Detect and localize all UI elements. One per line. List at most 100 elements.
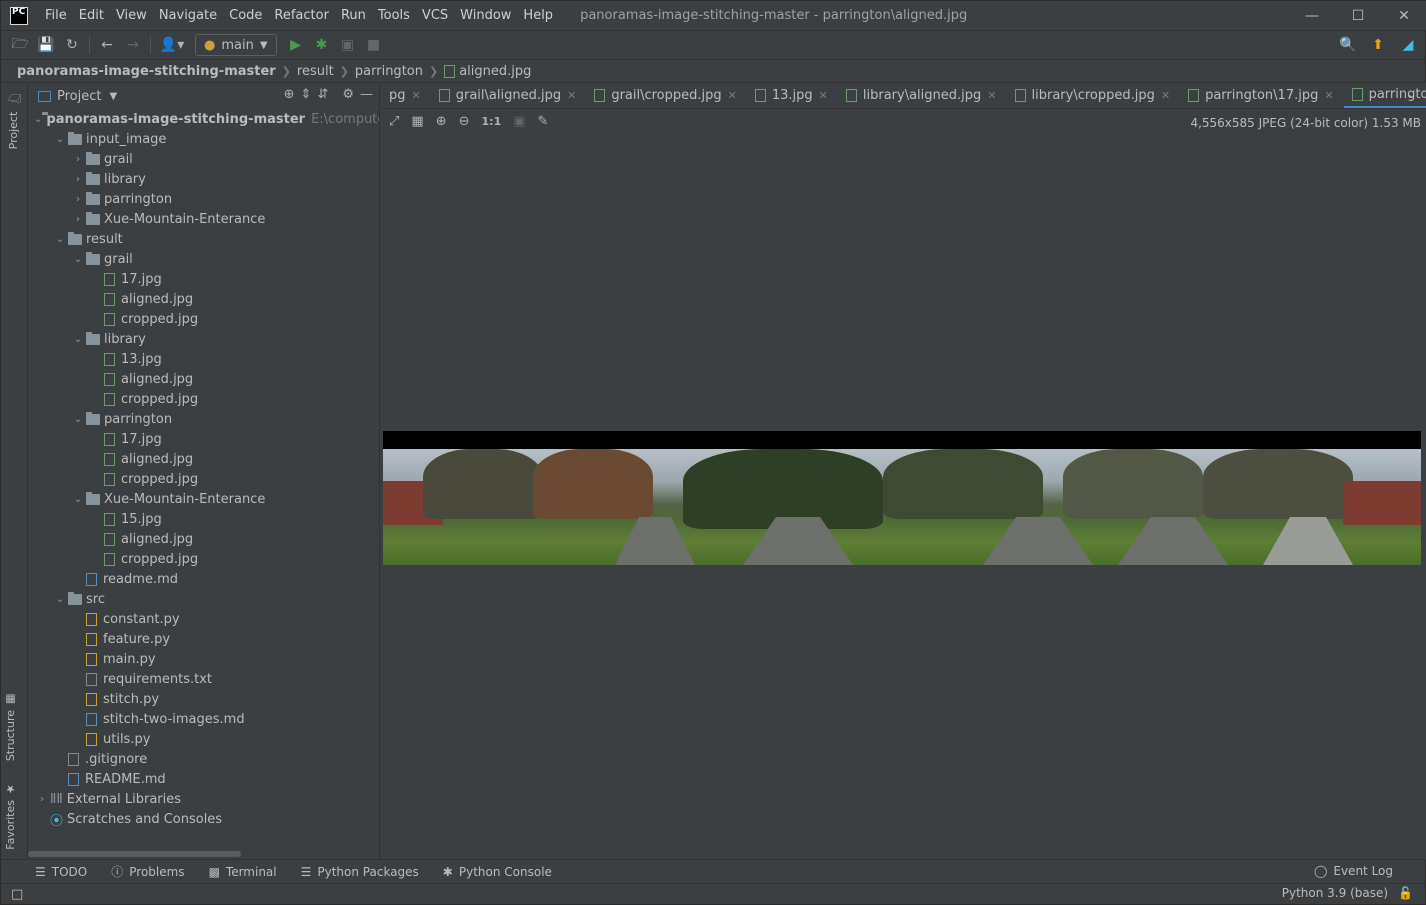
menu-window[interactable]: Window [455,1,518,30]
locate-icon[interactable]: ⊕ [284,87,295,102]
zoom-in-icon[interactable]: ⊕ [436,114,447,129]
tabs-dropdown-icon[interactable]: ⌄ [1406,87,1417,102]
menu-tools[interactable]: Tools [373,1,417,30]
tree-file[interactable]: stitch-two-images.md [28,709,379,729]
tree-file[interactable]: 15.jpg [28,509,379,529]
chevron-down-icon[interactable]: ▼ [109,91,117,102]
chevron-right-icon[interactable]: › [70,154,86,165]
toggle-tool-windows-icon[interactable]: □ [11,887,23,902]
tree-folder[interactable]: ⌄ library [28,329,379,349]
tree-file[interactable]: cropped.jpg [28,549,379,569]
structure-tool-tab[interactable]: Structure ▦ [4,693,17,761]
forward-arrow-icon[interactable]: → [120,32,146,58]
menu-run[interactable]: Run [336,1,373,30]
scratches-and-consoles[interactable]: ⦿ Scratches and Consoles [28,809,379,829]
close-tab-icon[interactable]: ✕ [412,89,421,102]
user-dropdown-icon[interactable]: 👤▾ [155,32,189,58]
problems-tab[interactable]: ⓘ Problems [111,863,184,880]
background-icon[interactable]: ▣ [513,114,525,129]
debug-icon[interactable]: ✱ [309,32,335,58]
zoom-out-icon[interactable]: ⊖ [459,114,470,129]
actual-size-button[interactable]: 1:1 [482,115,502,128]
close-tab-icon[interactable]: ✕ [819,89,828,102]
tree-file[interactable]: constant.py [28,609,379,629]
hide-panel-icon[interactable]: — [360,87,373,102]
external-libraries[interactable]: › ⅡⅡ External Libraries [28,789,379,809]
tree-folder[interactable]: ⌄ input_image [28,129,379,149]
tree-folder[interactable]: ⌄ result [28,229,379,249]
tree-file[interactable]: main.py [28,649,379,669]
chevron-right-icon[interactable]: › [34,794,50,805]
close-tab-icon[interactable]: ✕ [987,89,996,102]
menu-view[interactable]: View [111,1,154,30]
close-tab-icon[interactable]: ✕ [567,89,576,102]
tree-folder[interactable]: ⌄ Xue-Mountain-Enterance [28,489,379,509]
chevron-down-icon[interactable]: ⌄ [34,114,42,125]
open-folder-icon[interactable]: 🗁 [7,32,33,58]
tree-file[interactable]: feature.py [28,629,379,649]
menu-refactor[interactable]: Refactor [269,1,336,30]
tree-file[interactable]: cropped.jpg [28,309,379,329]
tree-file[interactable]: cropped.jpg [28,469,379,489]
tree-file[interactable]: requirements.txt [28,669,379,689]
tree-file[interactable]: stitch.py [28,689,379,709]
expand-all-icon[interactable]: ⇕ [301,87,312,102]
editor-tab[interactable]: grail\aligned.jpg ✕ [431,83,587,108]
save-all-icon[interactable]: 💾 [33,32,59,58]
chevron-down-icon[interactable]: ⌄ [70,334,86,345]
project-view-title[interactable]: Project [57,89,101,104]
run-icon[interactable]: ▶ [283,32,309,58]
tree-file[interactable]: .gitignore [28,749,379,769]
tree-folder[interactable]: › grail [28,149,379,169]
menu-edit[interactable]: Edit [74,1,111,30]
menu-help[interactable]: Help [518,1,560,30]
tree-file[interactable]: aligned.jpg [28,289,379,309]
close-button[interactable]: ✕ [1381,1,1426,30]
menu-navigate[interactable]: Navigate [154,1,224,30]
editor-tab[interactable]: 13.jpg ✕ [747,83,838,108]
python-console-tab[interactable]: ✱ Python Console [443,865,552,879]
event-log-tab[interactable]: ◯ Event Log [1314,864,1393,878]
tree-file[interactable]: 17.jpg [28,429,379,449]
gear-icon[interactable]: ⚙ [342,87,354,102]
favorites-tool-tab[interactable]: Favorites ★ [4,783,17,850]
tree-folder[interactable]: › library [28,169,379,189]
tree-folder[interactable]: ⌄ parrington [28,409,379,429]
chevron-down-icon[interactable]: ⌄ [70,254,86,265]
tree-file[interactable]: cropped.jpg [28,389,379,409]
sync-icon[interactable]: ↻ [59,32,85,58]
tree-file[interactable]: 17.jpg [28,269,379,289]
tree-folder[interactable]: ⌄ grail [28,249,379,269]
tree-file[interactable]: aligned.jpg [28,449,379,469]
collapse-all-icon[interactable]: ⇵ [317,87,328,102]
tree-file[interactable]: aligned.jpg [28,529,379,549]
tree-file[interactable]: aligned.jpg [28,369,379,389]
menu-file[interactable]: File [40,1,74,30]
editor-tab[interactable]: grail\cropped.jpg ✕ [586,83,747,108]
coverage-icon[interactable]: ▣ [335,32,361,58]
editor-tab[interactable]: pg ✕ [381,83,431,108]
editor-tab[interactable]: library\aligned.jpg ✕ [838,83,1007,108]
editor-tab[interactable]: parrington\17.jpg ✕ [1180,83,1343,108]
project-tool-tab[interactable]: Project 🗁 [4,89,23,149]
terminal-tab[interactable]: ▩ Terminal [209,865,277,879]
python-packages-tab[interactable]: ☰ Python Packages [301,865,419,879]
jetbrains-toolbox-icon[interactable]: ◢ [1395,32,1421,58]
chevron-down-icon[interactable]: ⌄ [70,414,86,425]
chevron-down-icon[interactable]: ⌄ [52,134,68,145]
search-icon[interactable]: 🔍 [1335,32,1361,58]
todo-tab[interactable]: ☰ TODO [35,865,87,879]
chevron-right-icon[interactable]: › [70,194,86,205]
breadcrumb-parrington[interactable]: parrington [355,64,423,79]
maximize-button[interactable]: ☐ [1335,1,1381,30]
chevron-down-icon[interactable]: ⌄ [52,594,68,605]
tree-file[interactable]: README.md [28,769,379,789]
menu-vcs[interactable]: VCS [417,1,455,30]
editor-tab[interactable]: library\cropped.jpg ✕ [1007,83,1181,108]
run-configuration-select[interactable]: ● main ▼ [195,34,277,56]
tree-folder[interactable]: › parrington [28,189,379,209]
chevron-down-icon[interactable]: ⌄ [70,494,86,505]
tree-file[interactable]: utils.py [28,729,379,749]
close-tab-icon[interactable]: ✕ [1161,89,1170,102]
update-icon[interactable]: ⬆ [1365,32,1391,58]
